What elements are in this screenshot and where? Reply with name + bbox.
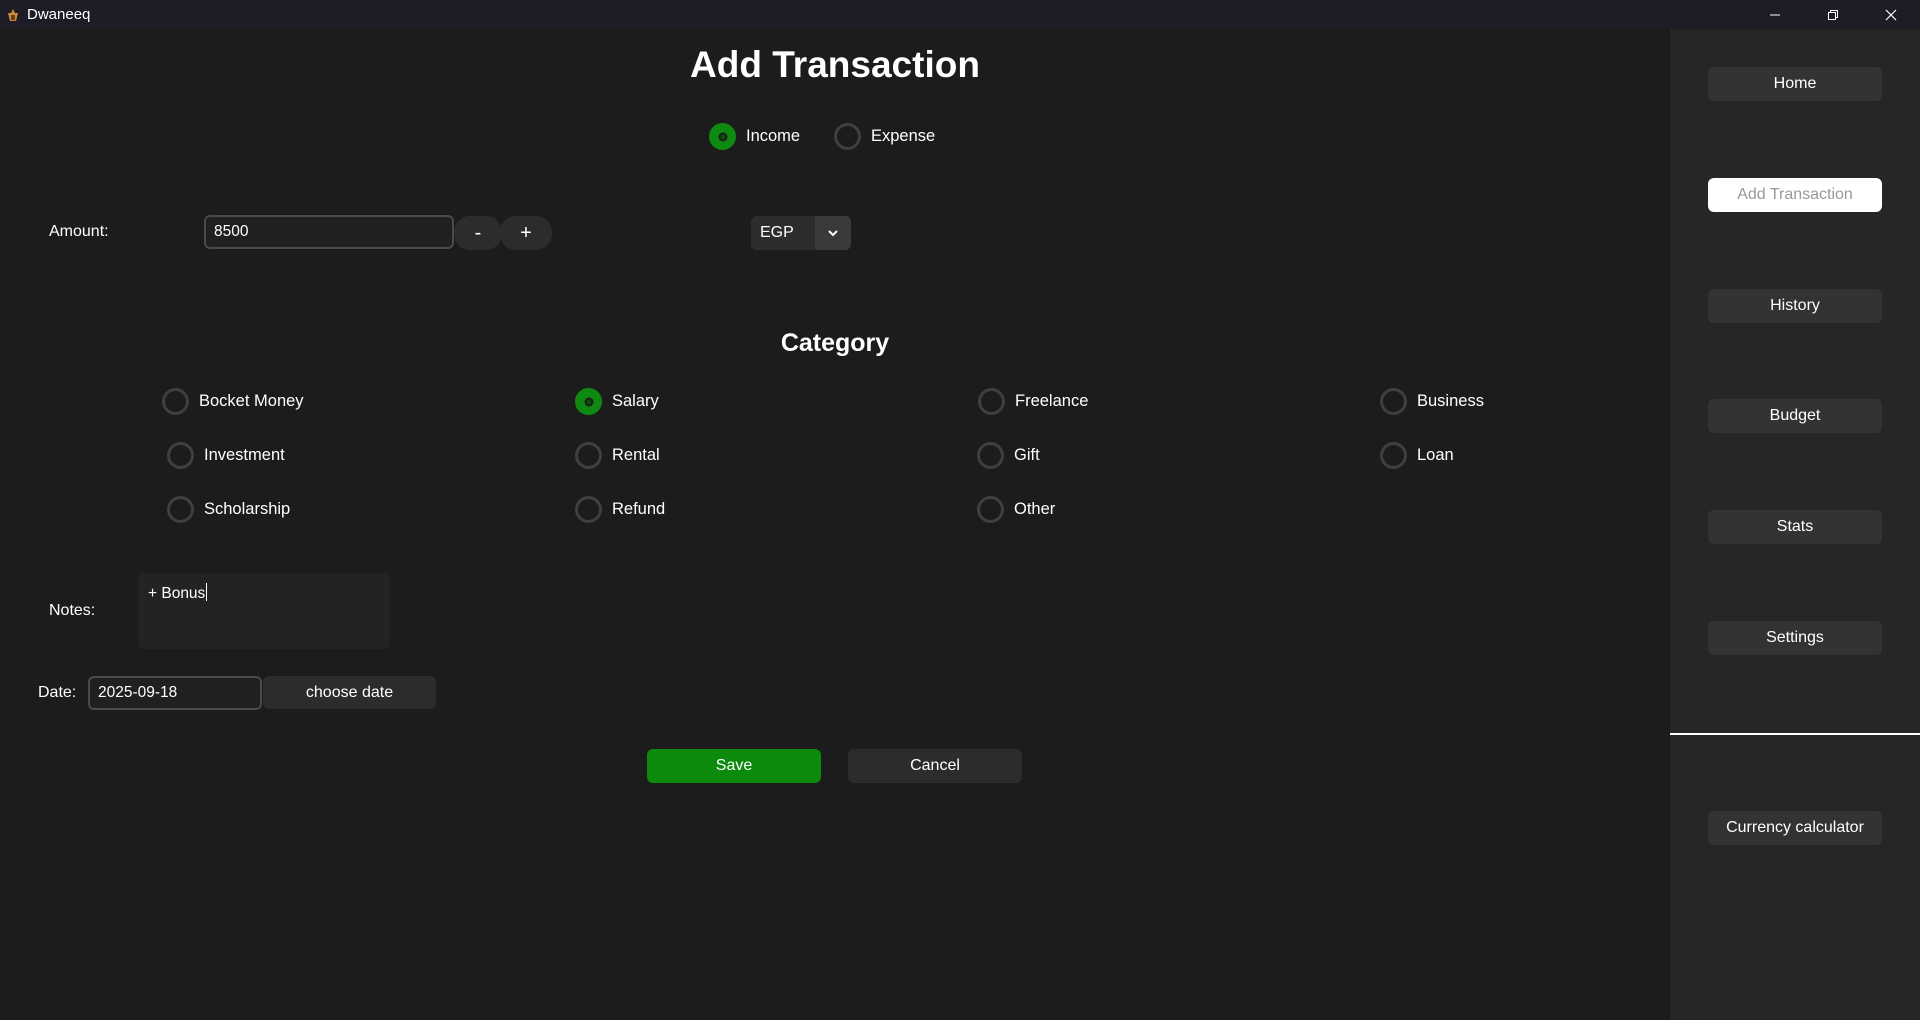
- radio-indicator[interactable]: [167, 496, 194, 523]
- radio-indicator[interactable]: [709, 123, 736, 150]
- category-option-freelance[interactable]: Freelance: [978, 388, 1088, 415]
- radio-expense[interactable]: Expense: [834, 123, 935, 150]
- radio-indicator[interactable]: [834, 123, 861, 150]
- radio-label: Investment: [204, 446, 285, 464]
- sidebar-item-settings[interactable]: Settings: [1708, 621, 1882, 655]
- currency-value: EGP: [751, 216, 815, 250]
- category-option-rental[interactable]: Rental: [575, 442, 660, 469]
- radio-label: Scholarship: [204, 500, 291, 518]
- window-title: Dwaneeq: [27, 6, 91, 23]
- category-option-salary[interactable]: Salary: [575, 388, 659, 415]
- radio-indicator[interactable]: [575, 442, 602, 469]
- category-option-business[interactable]: Business: [1380, 388, 1484, 415]
- sidebar-item-currency-calculator[interactable]: Currency calculator: [1708, 811, 1882, 845]
- radio-indicator[interactable]: [977, 496, 1004, 523]
- category-option-other[interactable]: Other: [977, 496, 1055, 523]
- close-icon[interactable]: [1862, 0, 1920, 29]
- radio-indicator[interactable]: [977, 442, 1004, 469]
- date-input[interactable]: 2025-09-18: [88, 676, 262, 710]
- category-option-refund[interactable]: Refund: [575, 496, 665, 523]
- save-button[interactable]: Save: [647, 749, 821, 783]
- radio-indicator[interactable]: [167, 442, 194, 469]
- category-option-gift[interactable]: Gift: [977, 442, 1040, 469]
- notes-textarea[interactable]: + Bonus: [138, 573, 390, 649]
- radio-label: Freelance: [1015, 392, 1089, 410]
- page-title: Add Transaction: [690, 44, 980, 85]
- category-option-investment[interactable]: Investment: [167, 442, 285, 469]
- radio-label: Income: [746, 127, 801, 145]
- currency-select[interactable]: EGP: [751, 216, 851, 250]
- sidebar-item-history[interactable]: History: [1708, 289, 1882, 323]
- sidebar-item-add-transaction[interactable]: Add Transaction: [1708, 178, 1882, 212]
- amount-input[interactable]: 8500: [204, 215, 454, 249]
- notes-text: + Bonus: [148, 585, 206, 602]
- sidebar-item-home[interactable]: Home: [1708, 67, 1882, 101]
- radio-indicator[interactable]: [1380, 388, 1407, 415]
- radio-indicator[interactable]: [1380, 442, 1407, 469]
- decrement-button[interactable]: -: [454, 216, 502, 250]
- category-title: Category: [780, 329, 890, 357]
- category-option-bocket-money[interactable]: Bocket Money: [162, 388, 304, 415]
- radio-indicator[interactable]: [575, 496, 602, 523]
- sidebar: Home Add Transaction History Budget Stat…: [1670, 29, 1920, 1020]
- radio-label: Salary: [612, 392, 659, 410]
- radio-indicator[interactable]: [978, 388, 1005, 415]
- radio-label: Loan: [1417, 446, 1454, 464]
- restore-icon[interactable]: [1804, 0, 1862, 29]
- increment-button[interactable]: +: [500, 216, 552, 250]
- radio-indicator[interactable]: [162, 388, 189, 415]
- radio-indicator[interactable]: [575, 388, 602, 415]
- radio-label: Gift: [1014, 446, 1040, 464]
- chevron-down-icon[interactable]: [815, 216, 851, 250]
- minimize-icon[interactable]: [1746, 0, 1804, 29]
- category-option-loan[interactable]: Loan: [1380, 442, 1454, 469]
- radio-label: Other: [1014, 500, 1056, 518]
- amount-label: Amount:: [49, 223, 109, 240]
- date-label: Date:: [38, 684, 77, 701]
- category-option-scholarship[interactable]: Scholarship: [167, 496, 290, 523]
- choose-date-button[interactable]: choose date: [263, 676, 436, 709]
- radio-label: Expense: [871, 127, 936, 145]
- app-logo-icon: [6, 8, 20, 22]
- radio-income[interactable]: Income: [709, 123, 800, 150]
- radio-label: Business: [1417, 392, 1484, 410]
- notes-label: Notes:: [49, 602, 96, 619]
- cancel-button[interactable]: Cancel: [848, 749, 1022, 783]
- sidebar-divider: [1670, 733, 1920, 735]
- window-titlebar: Dwaneeq: [0, 0, 1920, 29]
- radio-label: Rental: [612, 446, 660, 464]
- radio-label: Refund: [612, 500, 666, 518]
- radio-label: Bocket Money: [199, 392, 304, 410]
- sidebar-item-budget[interactable]: Budget: [1708, 399, 1882, 433]
- main-content: Add Transaction Income Expense Amount: 8…: [0, 29, 1670, 1020]
- sidebar-item-stats[interactable]: Stats: [1708, 510, 1882, 544]
- text-caret: [206, 583, 208, 601]
- window-controls: [1746, 0, 1920, 29]
